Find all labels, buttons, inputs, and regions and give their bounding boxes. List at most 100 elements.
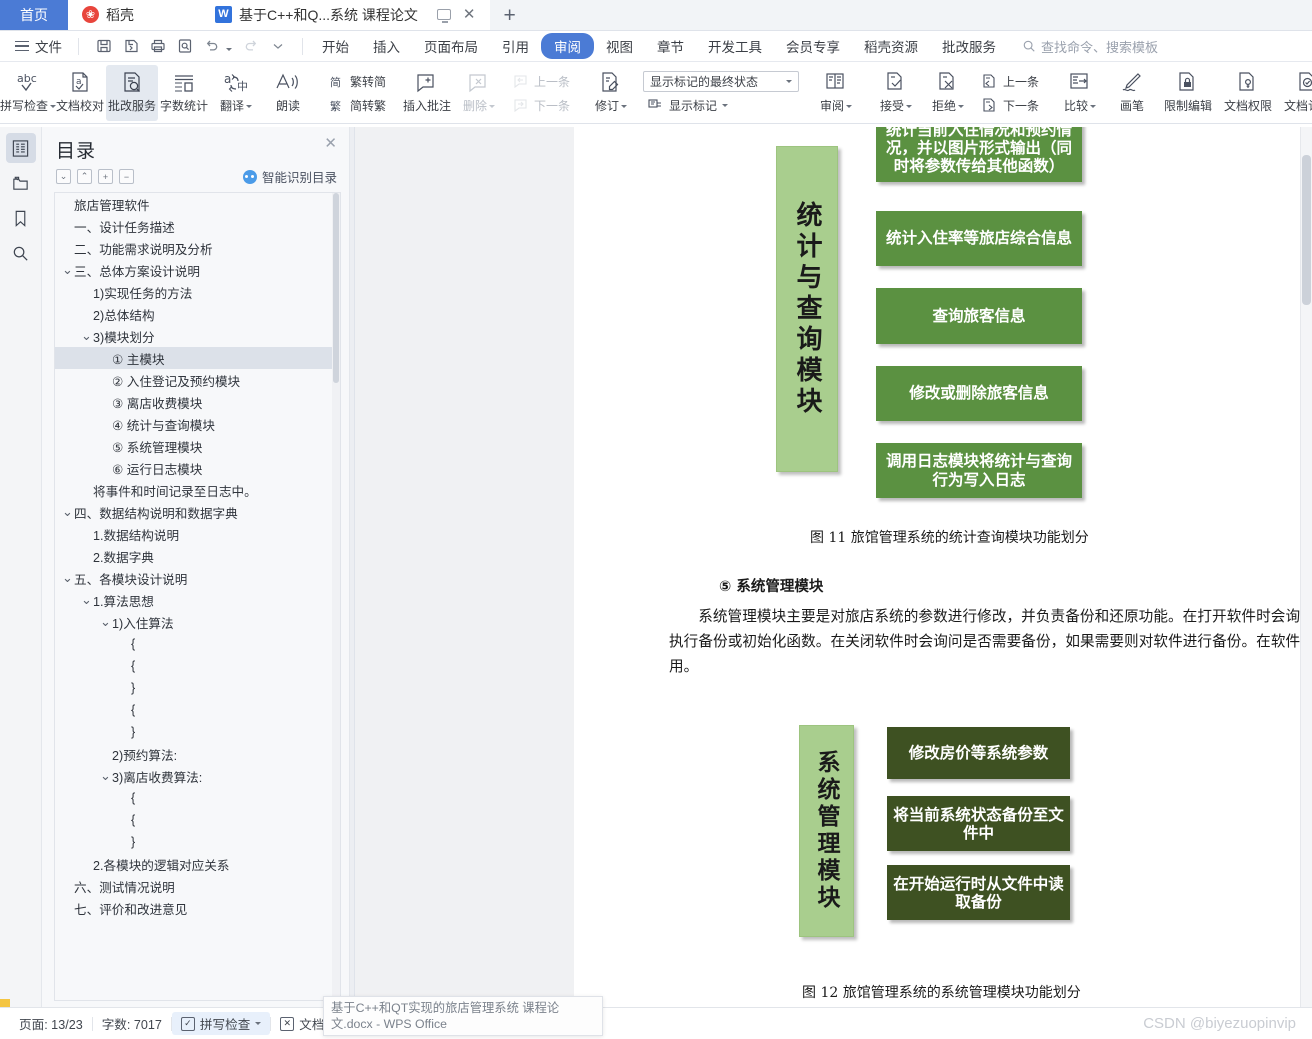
collapse-down-button[interactable]: ⌄ [56,169,71,184]
outline-item[interactable]: ② 入住登记及预约模块 [55,369,340,391]
outline-item[interactable]: } [55,677,340,699]
markup-state-select[interactable]: 显示标记的最终状态 [643,70,800,92]
word-count-indicator[interactable]: 字数: 7017 [93,1012,171,1035]
command-search[interactable]: 查找命令、搜索模板 [1022,37,1158,56]
restrict-edit-button[interactable]: 限制编辑 [1158,65,1218,121]
outline-item[interactable]: ① 主模块 [55,347,340,369]
outline-item[interactable]: ⌄ 三、总体方案设计说明 [55,259,340,281]
redo-icon[interactable] [238,35,263,58]
next-comment-button[interactable]: 下一条 [508,95,574,116]
outline-item[interactable]: { [55,699,340,721]
outline-item[interactable]: ⌄ 3)模块划分 [55,325,340,347]
new-tab-button[interactable]: + [490,4,530,30]
close-icon[interactable]: ✕ [324,136,337,152]
outline-item[interactable]: { [55,787,340,809]
smart-outline-button[interactable]: 智能识别目录 [242,167,337,186]
tab-references[interactable]: 引用 [490,33,541,59]
outline-item[interactable]: } [55,831,340,853]
outline-scrollbar[interactable] [332,193,340,1000]
outline-item[interactable]: 2.数据字典 [55,545,340,567]
reject-button[interactable]: 拒绝 [922,65,974,121]
chevron-down-icon[interactable]: ⌄ [61,263,74,276]
prev-change-button[interactable]: 上一条 [977,71,1043,92]
outline-item[interactable]: ⑥ 运行日志模块 [55,457,340,479]
print-preview-icon[interactable] [172,35,197,58]
tab-correction-service[interactable]: 批改服务 [930,33,1008,59]
outline-icon[interactable] [5,133,36,163]
tab-chapter[interactable]: 章节 [645,33,696,59]
outline-item[interactable]: ⌄ 1.算法思想 [55,589,340,611]
bookmark-icon[interactable] [6,203,36,233]
document-scroll-thumb[interactable] [1302,155,1311,305]
chevron-down-icon[interactable]: ⌄ [99,615,112,628]
tab-docer[interactable]: ❀ 稻壳 [68,0,201,30]
outline-item[interactable]: 2.各模块的逻辑对应关系 [55,853,340,875]
chevron-down-icon[interactable]: ⌄ [61,571,74,584]
tab-member-exclusive[interactable]: 会员专享 [774,33,852,59]
chevron-down-icon[interactable]: ⌄ [80,329,93,342]
save-as-icon[interactable] [118,35,143,58]
read-aloud-button[interactable]: 朗读 [262,65,314,121]
chevron-down-icon[interactable]: ⌄ [61,505,74,518]
outline-item[interactable]: ③ 离店收费模块 [55,391,340,413]
outline-item[interactable]: 2)预约算法: [55,743,340,765]
search-icon[interactable] [6,238,36,268]
insert-comment-button[interactable]: 插入批注 [401,65,453,121]
outline-item[interactable]: 二、功能需求说明及分析 [55,237,340,259]
outline-scroll-thumb[interactable] [333,193,339,383]
outline-item[interactable]: { [55,655,340,677]
print-icon[interactable] [145,35,170,58]
outline-item[interactable]: ④ 统计与查询模块 [55,413,340,435]
page-indicator[interactable]: 页面: 13/23 [10,1012,92,1035]
tab-docer-resources[interactable]: 稻壳资源 [852,33,930,59]
document-page[interactable]: 统计与查询模块 统计当前入住情况和预约情况，并以图片形式输出（同时将参数传给其他… [574,127,1312,1007]
word-count-button[interactable]: 字数统计 [158,65,210,121]
outline-list[interactable]: 旅店管理软件 一、设计任务描述 二、功能需求说明及分析 ⌄ 三、总体方案设计说明 1)实现… [54,192,341,1001]
outline-item[interactable]: 2)总体结构 [55,303,340,325]
outline-item[interactable]: ⑤ 系统管理模块 [55,435,340,457]
close-icon[interactable]: ✕ [463,7,476,22]
expand-plus-button[interactable]: + [98,169,113,184]
track-changes-button[interactable]: 修订 [585,65,637,121]
simp-to-trad-button[interactable]: 繁 简转繁 [325,95,390,116]
save-icon[interactable] [91,35,116,58]
outline-item[interactable]: { [55,809,340,831]
spellcheck-status-button[interactable]: ✓ 拼写检查 [171,1012,271,1035]
outline-item[interactable]: 七、评价和改进意见 [55,897,340,919]
outline-item[interactable]: 将事件和时间记录至日志中。 [55,479,340,501]
undo-dropdown-caret[interactable] [226,48,232,51]
outline-item[interactable]: ⌄ 1)入住算法 [55,611,340,633]
tab-insert[interactable]: 插入 [361,33,412,59]
doc-certify-button[interactable]: 文档认证 [1278,65,1312,121]
reviewing-pane-button[interactable]: 审阅 [810,65,862,121]
chevron-down-icon[interactable]: ⌄ [80,593,93,606]
tab-review[interactable]: 审阅 [541,33,594,59]
show-markup-button[interactable]: 显示标记 [643,95,799,116]
document-scrollbar[interactable] [1300,127,1312,1007]
delete-comment-button[interactable]: 删除 [453,65,505,121]
prev-comment-button[interactable]: 上一条 [508,71,574,92]
doc-permission-button[interactable]: 文档权限 [1218,65,1278,121]
trad-to-simp-button[interactable]: 简 繁转简 [325,71,390,92]
present-mode-icon[interactable] [436,9,451,23]
next-change-button[interactable]: 下一条 [977,95,1043,116]
outline-item[interactable]: 1)实现任务的方法 [55,281,340,303]
translate-button[interactable]: a中 翻译 [210,65,262,121]
collapse-up-button[interactable]: ⌃ [77,169,92,184]
tab-document[interactable]: W 基于C++和Q...系统 课程论文 ✕ [201,0,490,30]
outline-item[interactable]: 旅店管理软件 [55,193,340,215]
outline-item[interactable]: 六、测试情况说明 [55,875,340,897]
file-menu-button[interactable]: 文件 [6,36,71,56]
outline-item[interactable]: ⌄ 3)离店收费算法: [55,765,340,787]
outline-item[interactable]: ⌄ 五、各模块设计说明 [55,567,340,589]
outline-item[interactable]: ⌄ 四、数据结构说明和数据字典 [55,501,340,523]
customize-toolbar-icon[interactable] [265,35,290,58]
tab-home[interactable]: 首页 [0,0,68,30]
doc-proofread-button[interactable]: a 文档校对 [54,65,106,121]
tab-view[interactable]: 视图 [594,33,645,59]
document-canvas[interactable]: 统计与查询模块 统计当前入住情况和预约情况，并以图片形式输出（同时将参数传给其他… [355,127,1312,1007]
outline-item[interactable]: 1.数据结构说明 [55,523,340,545]
spellcheck-button[interactable]: abc 拼写检查 [0,65,57,121]
tab-page-layout[interactable]: 页面布局 [412,33,490,59]
pen-button[interactable]: 画笔 [1106,65,1158,121]
